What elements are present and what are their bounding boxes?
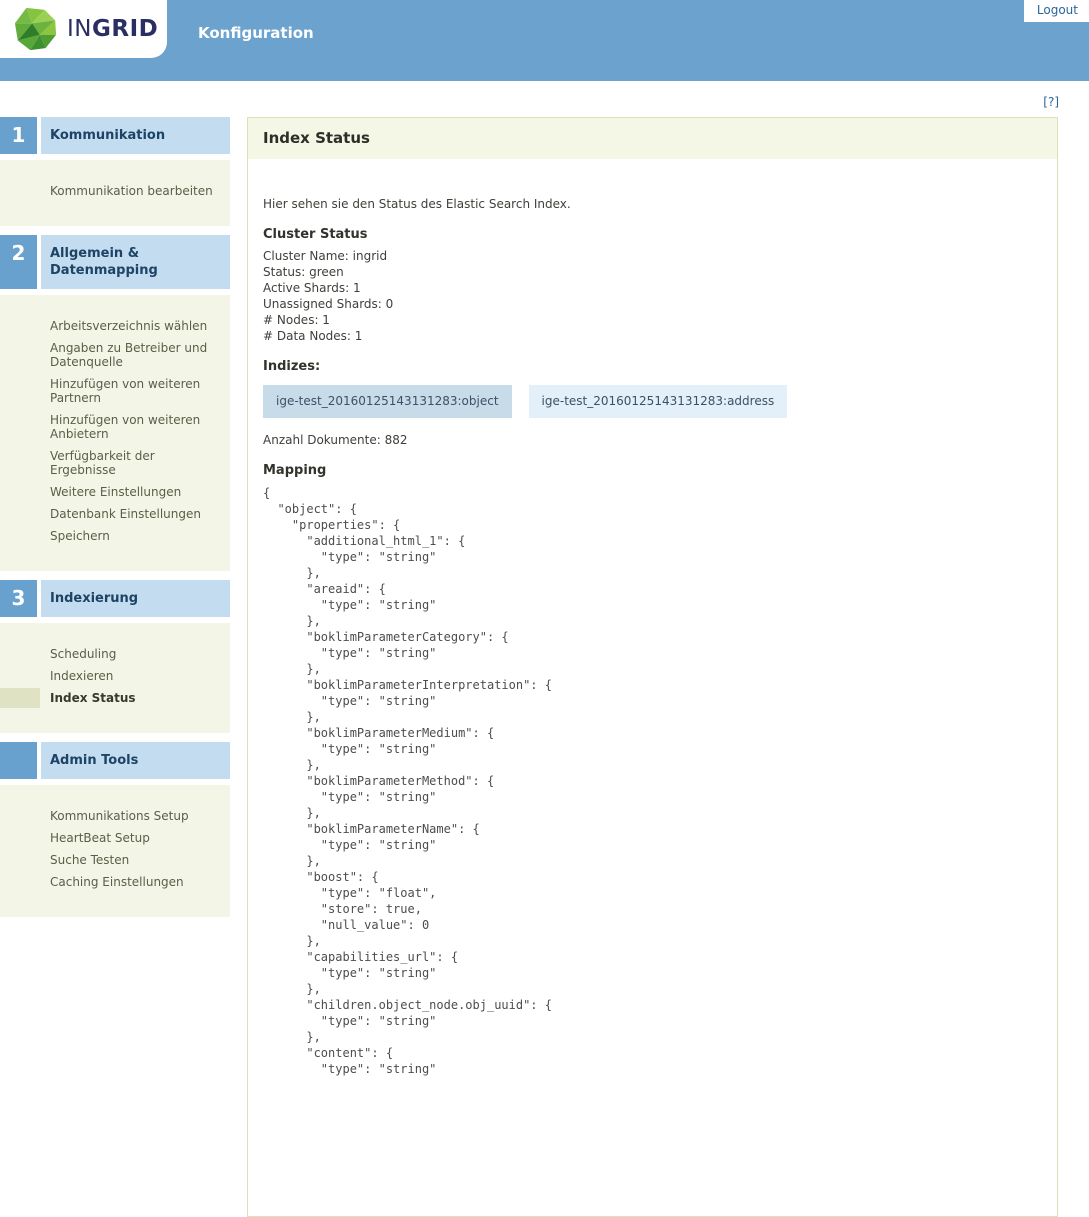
- sidebar-section-header-admin-tools[interactable]: Admin Tools: [0, 742, 230, 779]
- cluster-name-line: Cluster Name: ingrid: [263, 249, 388, 263]
- sidebar-section-kommunikation: 1 Kommunikation Kommunikation bearbeiten: [0, 117, 230, 226]
- content-body: Hier sehen sie den Status des Elastic Se…: [248, 196, 1057, 1097]
- sidebar-item-speichern[interactable]: Speichern: [0, 525, 230, 547]
- section-title: Admin Tools: [41, 742, 230, 779]
- sidebar-section-header-kommunikation[interactable]: 1 Kommunikation: [0, 117, 230, 154]
- sidebar-item-label: Verfügbarkeit der Ergebnisse: [50, 449, 155, 477]
- sidebar-item-label: Angaben zu Betreiber und Datenquelle: [50, 341, 208, 369]
- section-items-kommunikation: Kommunikation bearbeiten: [0, 160, 230, 226]
- sidebar-item-label: Caching Einstellungen: [50, 875, 184, 889]
- sidebar-item-label: Kommunikation bearbeiten: [50, 184, 213, 198]
- sidebar-section-indexierung: 3 Indexierung Scheduling Indexieren Inde…: [0, 580, 230, 733]
- sidebar-item-scheduling[interactable]: Scheduling: [0, 643, 230, 665]
- sidebar-item-label: Indexieren: [50, 669, 114, 683]
- brand-grid: GRID: [92, 16, 159, 42]
- sidebar-item-label: Suche Testen: [50, 853, 130, 867]
- sidebar-item-verfuegbarkeit[interactable]: Verfügbarkeit der Ergebnisse: [0, 445, 230, 481]
- sidebar-item-label: Hinzufügen von weiteren Partnern: [50, 377, 201, 405]
- cluster-status-lines: Cluster Name: ingrid Status: green Activ…: [263, 248, 1042, 344]
- active-shards-line: Active Shards: 1: [263, 281, 361, 295]
- cluster-status-line: Status: green: [263, 265, 344, 279]
- section-number-badge: 3: [0, 580, 37, 617]
- document-count: Anzahl Dokumente: 882: [263, 433, 408, 447]
- mapping-heading: Mapping: [263, 463, 327, 478]
- sidebar-item-label: Arbeitsverzeichnis wählen: [50, 319, 208, 333]
- indizes-heading: Indizes:: [263, 359, 321, 374]
- sidebar-item-suche-testen[interactable]: Suche Testen: [0, 849, 230, 871]
- index-tab-address[interactable]: ige-test_20160125143131283:address: [528, 385, 788, 418]
- brand-in: IN: [67, 16, 92, 42]
- logo-box[interactable]: INGRID: [0, 0, 167, 58]
- section-number-badge: [0, 742, 37, 779]
- data-nodes-line: # Data Nodes: 1: [263, 329, 363, 343]
- main-content-panel: Index Status Hier sehen sie den Status d…: [247, 117, 1058, 1217]
- sidebar-item-heartbeat-setup[interactable]: HeartBeat Setup: [0, 827, 230, 849]
- sidebar-item-label: Datenbank Einstellungen: [50, 507, 201, 521]
- sidebar-item-label: Weitere Einstellungen: [50, 485, 182, 499]
- index-tabs: ige-test_20160125143131283:object ige-te…: [263, 385, 1042, 418]
- ingrid-logo-icon: [14, 7, 57, 51]
- section-items-admin-tools: Kommunikations Setup HeartBeat Setup Suc…: [0, 785, 230, 917]
- intro-text: Hier sehen sie den Status des Elastic Se…: [263, 197, 571, 211]
- sidebar-section-admin-tools: Admin Tools Kommunikations Setup HeartBe…: [0, 742, 230, 917]
- section-items-allgemein: Arbeitsverzeichnis wählen Angaben zu Bet…: [0, 295, 230, 571]
- sidebar-item-label: HeartBeat Setup: [50, 831, 150, 845]
- sidebar-nav: 1 Kommunikation Kommunikation bearbeiten…: [0, 117, 230, 926]
- section-title: Kommunikation: [41, 117, 230, 154]
- sidebar-item-caching-einstellungen[interactable]: Caching Einstellungen: [0, 871, 230, 893]
- cluster-status-heading: Cluster Status: [263, 227, 368, 242]
- sidebar-item-label: Hinzufügen von weiteren Anbietern: [50, 413, 201, 441]
- sidebar-item-label: Scheduling: [50, 647, 117, 661]
- section-items-indexierung: Scheduling Indexieren Index Status: [0, 623, 230, 733]
- logout-button[interactable]: Logout: [1023, 0, 1089, 22]
- section-number-badge: 2: [0, 235, 37, 289]
- sidebar-item-weitere-einstellungen[interactable]: Weitere Einstellungen: [0, 481, 230, 503]
- sidebar-item-datenbank-einstellungen[interactable]: Datenbank Einstellungen: [0, 503, 230, 525]
- sidebar-item-arbeitsverzeichnis[interactable]: Arbeitsverzeichnis wählen: [0, 315, 230, 337]
- sidebar-item-indexieren[interactable]: Indexieren: [0, 665, 230, 687]
- page-title: Index Status: [248, 118, 1057, 159]
- sidebar-item-kommunikation-bearbeiten[interactable]: Kommunikation bearbeiten: [0, 180, 230, 202]
- nodes-line: # Nodes: 1: [263, 313, 330, 327]
- help-link[interactable]: [?]: [1043, 95, 1059, 109]
- sidebar-section-header-allgemein[interactable]: 2 Allgemein & Datenmapping: [0, 235, 230, 289]
- sidebar-item-label: Speichern: [50, 529, 110, 543]
- sidebar-section-allgemein: 2 Allgemein & Datenmapping Arbeitsverzei…: [0, 235, 230, 571]
- mapping-json-block: { "object": { "properties": { "additiona…: [263, 486, 552, 1076]
- sidebar-item-kommunikations-setup[interactable]: Kommunikations Setup: [0, 805, 230, 827]
- sidebar-item-weitere-partner[interactable]: Hinzufügen von weiteren Partnern: [0, 373, 230, 409]
- sidebar-section-header-indexierung[interactable]: 3 Indexierung: [0, 580, 230, 617]
- section-title: Indexierung: [41, 580, 230, 617]
- active-marker-icon: [0, 688, 40, 708]
- section-number-badge: 1: [0, 117, 37, 154]
- sidebar-item-label: Index Status: [50, 691, 136, 705]
- sidebar-item-index-status[interactable]: Index Status: [0, 687, 230, 709]
- index-tab-object[interactable]: ige-test_20160125143131283:object: [263, 385, 512, 418]
- sidebar-item-angaben-betreiber[interactable]: Angaben zu Betreiber und Datenquelle: [0, 337, 230, 373]
- section-title: Allgemein & Datenmapping: [41, 235, 230, 289]
- sidebar-item-label: Kommunikations Setup: [50, 809, 189, 823]
- sidebar-item-weitere-anbieter[interactable]: Hinzufügen von weiteren Anbietern: [0, 409, 230, 445]
- unassigned-shards-line: Unassigned Shards: 0: [263, 297, 394, 311]
- brand-wordmark: INGRID: [67, 16, 158, 42]
- page-header-title: Konfiguration: [198, 24, 314, 42]
